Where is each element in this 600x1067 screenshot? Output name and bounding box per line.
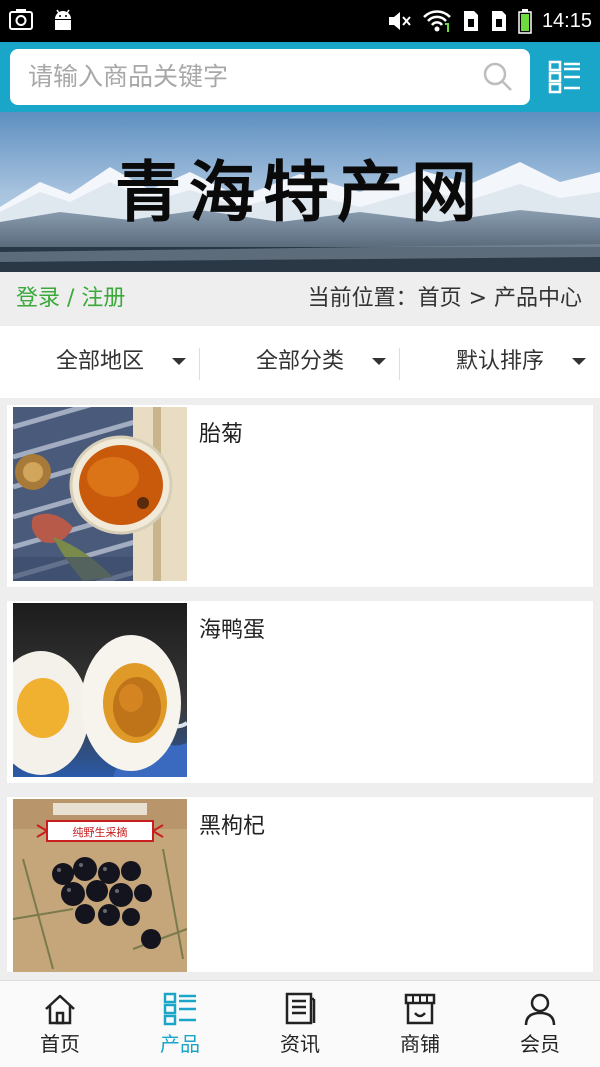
search-input[interactable]: 请输入商品关键字 xyxy=(10,49,530,105)
product-list-icon xyxy=(163,992,196,1026)
sim1-icon xyxy=(463,11,478,31)
product-image-black-goji: 纯野生采摘 xyxy=(13,799,187,972)
filter-category-label: 全部分类 xyxy=(255,349,344,374)
filter-region-label: 全部地区 xyxy=(55,349,144,374)
banner[interactable]: 青海特产网 xyxy=(0,112,600,272)
product-image-sea-duck-egg xyxy=(13,603,187,777)
nav-shops-label: 商铺 xyxy=(400,1032,440,1056)
nav-member[interactable]: 会员 xyxy=(480,981,600,1067)
nav-member-label: 会员 xyxy=(520,1032,560,1056)
member-icon xyxy=(524,993,556,1026)
product-name[interactable]: 黑枸杞 xyxy=(199,813,265,841)
home-icon xyxy=(45,994,75,1025)
nav-products[interactable]: 产品 xyxy=(120,981,240,1067)
product-image-chrysanthemum-tea xyxy=(13,407,187,581)
caret-down-icon xyxy=(572,358,586,365)
login-register-link[interactable]: 登录 / 注册 xyxy=(16,285,125,313)
breadcrumb: 当前位置：首页 > 产品中心 xyxy=(307,286,582,311)
filter-sort-label: 默认排序 xyxy=(455,349,544,374)
caret-down-icon xyxy=(372,358,386,365)
nav-products-label: 产品 xyxy=(160,1032,200,1056)
filter-sort-dropdown[interactable]: 默认排序 xyxy=(400,326,600,398)
product-item[interactable]: 纯野生采摘 黑枸杞 xyxy=(7,797,593,972)
nav-shops[interactable]: 商铺 xyxy=(360,981,480,1067)
android-icon xyxy=(55,9,71,30)
category-menu-icon[interactable] xyxy=(548,60,582,94)
shop-icon xyxy=(404,993,436,1025)
banner-title: 青海特产网 xyxy=(115,153,485,231)
status-time: 14:15 xyxy=(541,10,592,32)
nav-home[interactable]: 首页 xyxy=(0,981,120,1067)
search-placeholder: 请输入商品关键字 xyxy=(28,62,229,91)
sim2-icon xyxy=(491,11,506,31)
caret-down-icon xyxy=(172,358,186,365)
search-icon[interactable] xyxy=(482,61,514,93)
product-name[interactable]: 海鸭蛋 xyxy=(199,617,265,645)
bottom-nav: 首页 产品 资讯 商铺 会员 xyxy=(0,980,600,1067)
news-icon xyxy=(285,992,316,1025)
product-item[interactable]: 海鸭蛋 xyxy=(7,601,593,783)
nav-news-label: 资讯 xyxy=(280,1032,320,1056)
screenshot-icon xyxy=(9,9,33,30)
nav-news[interactable]: 资讯 xyxy=(240,981,360,1067)
filter-category-dropdown[interactable]: 全部分类 xyxy=(200,326,400,398)
wifi-icon xyxy=(423,10,451,32)
product-name[interactable]: 胎菊 xyxy=(199,421,243,449)
filter-bar: 全部地区 全部分类 默认排序 xyxy=(0,326,600,398)
location-bar: 登录 / 注册 当前位置：首页 > 产品中心 xyxy=(0,272,600,326)
product-item[interactable]: 胎菊 xyxy=(7,405,593,587)
status-bar: 14:15 xyxy=(0,0,600,42)
nav-home-label: 首页 xyxy=(40,1032,80,1056)
product-list: 胎菊 海鸭蛋 纯野生采摘 黑枸杞 xyxy=(7,405,593,986)
image-caption: 纯野生采摘 xyxy=(73,825,128,839)
mute-icon xyxy=(388,12,411,30)
battery-icon xyxy=(518,9,532,34)
filter-region-dropdown[interactable]: 全部地区 xyxy=(0,326,200,398)
header-bar: 请输入商品关键字 xyxy=(0,42,600,112)
